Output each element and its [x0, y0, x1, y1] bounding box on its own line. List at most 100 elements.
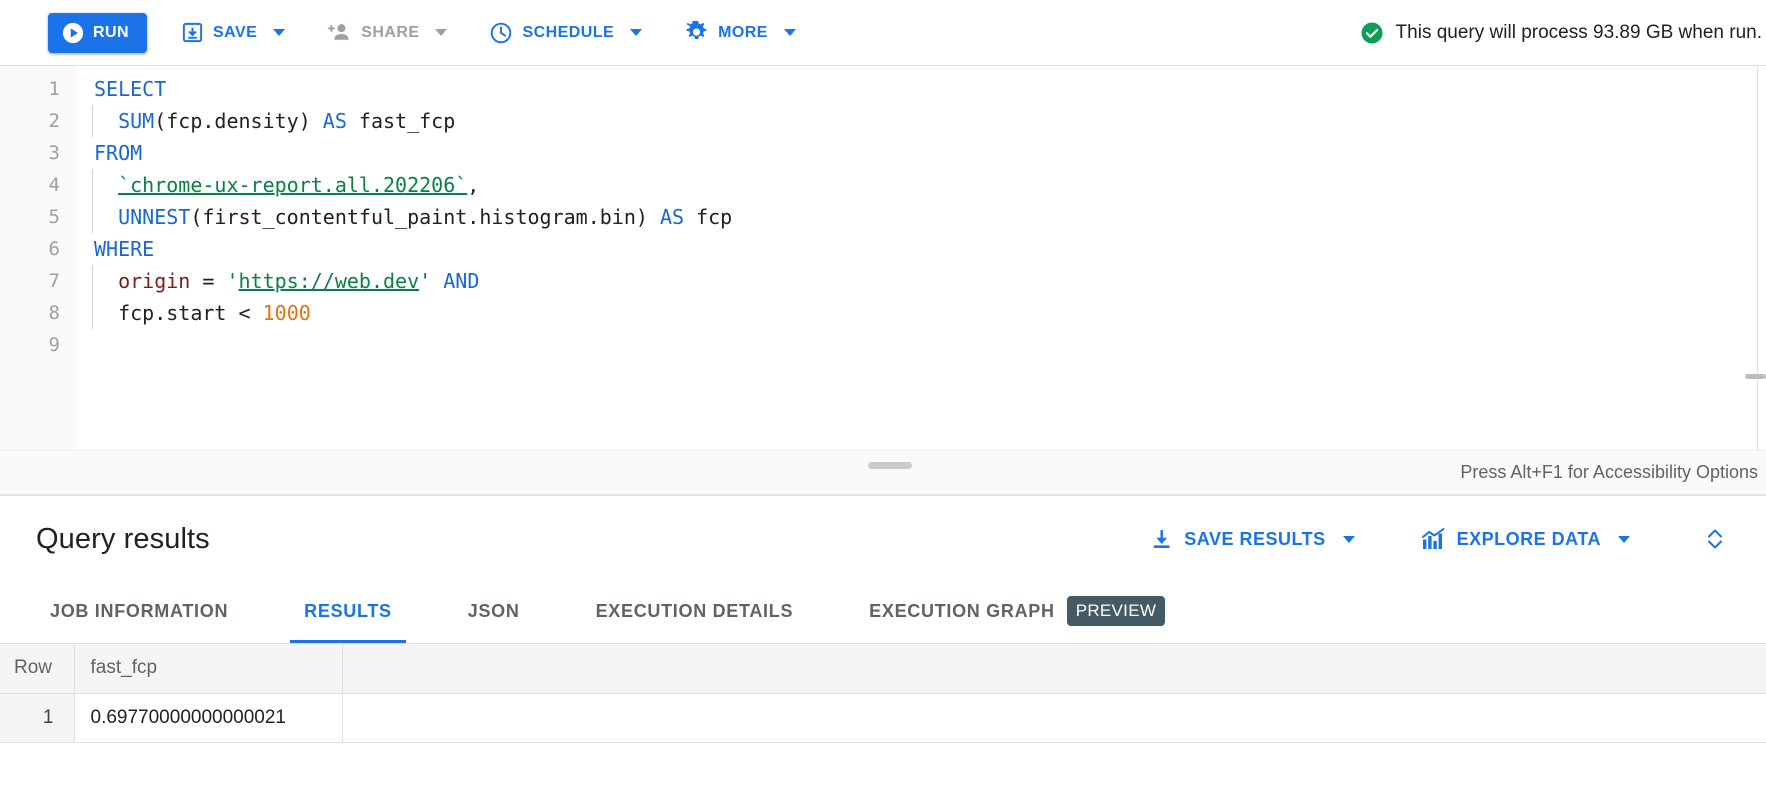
query-cost-text: This query will process 93.89 GB when ru… [1395, 21, 1762, 43]
code-token: = [190, 269, 227, 293]
code-line[interactable]: SUM(fcp.density) AS fast_fcp [76, 105, 1766, 137]
tab-label: RESULTS [304, 600, 392, 621]
results-header: Query results SAVE RESULTS EXPLORE DATA [0, 496, 1766, 582]
page-title: Query results [36, 522, 210, 555]
results-table: Row fast_fcp 1 0.69770000000000021 [0, 644, 1766, 743]
code-line[interactable]: origin = 'https://web.dev' AND [76, 265, 1766, 297]
sql-editor[interactable]: 1 2 3 4 5 6 7 8 9 SELECT SUM(fcp.density) AS fas… [0, 66, 1766, 450]
share-button-label: SHARE [361, 23, 420, 41]
save-results-button[interactable]: SAVE RESULTS [1139, 519, 1364, 559]
line-number: 3 [48, 142, 60, 164]
code-token: AS [659, 205, 685, 229]
chevron-down-icon[interactable] [273, 29, 286, 36]
run-button[interactable]: RUN [48, 12, 148, 53]
person-add-icon [327, 21, 352, 44]
editor-right-divider [1757, 66, 1758, 450]
code-token: fcp [684, 205, 733, 229]
indent-guide [92, 169, 93, 201]
more-button[interactable]: MORE [676, 13, 804, 53]
code-token: ' [419, 269, 432, 293]
download-icon [1149, 527, 1174, 552]
gear-icon [684, 20, 709, 45]
line-number: 2 [48, 110, 60, 132]
code-token: WHERE [94, 237, 155, 261]
explore-data-label: EXPLORE DATA [1456, 528, 1601, 549]
save-button[interactable]: SAVE [173, 13, 293, 53]
code-token: origin [118, 269, 191, 293]
editor-line-numbers: 1 2 3 4 5 6 7 8 9 [0, 66, 76, 450]
table-header-row: Row fast_fcp [0, 644, 1766, 694]
save-button-label: SAVE [213, 23, 258, 41]
line-number: 9 [48, 334, 60, 356]
column-header-row[interactable]: Row [0, 644, 75, 694]
code-line[interactable]: UNNEST(first_contentful_paint.histogram.… [76, 201, 1766, 233]
expand-results-button[interactable] [1698, 522, 1732, 556]
run-button-label: RUN [93, 23, 130, 41]
code-token: , [467, 173, 480, 197]
chevron-down-icon[interactable] [783, 29, 796, 36]
editor-scrollbar-thumb[interactable] [1745, 374, 1766, 379]
code-token: AND [443, 269, 480, 293]
tab-execution-graph[interactable]: EXECUTION GRAPH PREVIEW [855, 582, 1179, 643]
code-token: ' [226, 269, 239, 293]
editor-footer: Press Alt+F1 for Accessibility Options [0, 450, 1766, 494]
indent-guide [92, 297, 93, 329]
save-results-label: SAVE RESULTS [1184, 528, 1326, 549]
tab-results[interactable]: RESULTS [290, 582, 406, 643]
query-toolbar: RUN SAVE SHARE SCHEDULE MORE This query … [0, 0, 1766, 66]
chevron-down-icon[interactable] [435, 29, 448, 36]
tab-job-information[interactable]: JOB INFORMATION [36, 582, 242, 643]
indent-guide [92, 201, 93, 233]
more-button-label: MORE [718, 23, 768, 41]
schedule-button[interactable]: SCHEDULE [481, 13, 650, 53]
preview-badge: PREVIEW [1066, 596, 1166, 626]
code-token: (fcp.density) [154, 109, 323, 133]
share-button[interactable]: SHARE [319, 13, 455, 53]
sql-code[interactable]: SELECT SUM(fcp.density) AS fast_fcp FROM … [76, 66, 1766, 450]
chevron-down-icon[interactable] [1618, 535, 1630, 543]
line-number: 8 [48, 302, 60, 324]
code-token: 1000 [262, 301, 311, 325]
chevron-down-icon[interactable] [1342, 535, 1355, 543]
code-token: FROM [94, 141, 143, 165]
code-token: SELECT [94, 77, 167, 101]
expand-collapse-icon [1703, 526, 1727, 552]
column-header-fast-fcp[interactable]: fast_fcp [74, 644, 343, 694]
indent-guide [92, 265, 93, 297]
tab-execution-details[interactable]: EXECUTION DETAILS [582, 582, 808, 643]
code-token: AS [322, 109, 347, 133]
tab-label: EXECUTION DETAILS [595, 600, 794, 621]
tab-label: EXECUTION GRAPH [869, 600, 1055, 621]
save-icon [181, 21, 204, 44]
tab-json[interactable]: JSON [454, 582, 534, 643]
chart-icon [1421, 527, 1447, 552]
code-line[interactable]: SELECT [76, 73, 1766, 105]
line-number: 6 [48, 238, 60, 260]
code-token: UNNEST [118, 205, 191, 229]
tab-label: JOB INFORMATION [50, 600, 229, 621]
line-number: 5 [48, 206, 60, 228]
chevron-down-icon[interactable] [630, 29, 643, 36]
play-circle-icon [62, 22, 84, 44]
query-cost-estimate: This query will process 93.89 GB when ru… [1360, 21, 1766, 45]
code-line[interactable]: FROM [76, 137, 1766, 169]
code-token: fast_fcp [346, 109, 456, 133]
indent-guide [92, 105, 93, 137]
code-line[interactable]: fcp.start < 1000 [76, 297, 1766, 329]
line-number: 7 [48, 270, 60, 292]
results-tabs[interactable]: JOB INFORMATION RESULTS JSON EXECUTION DETA… [0, 582, 1766, 644]
code-line[interactable]: `chrome-ux-report.all.202206`, [76, 169, 1766, 201]
cell-fast-fcp[interactable]: 0.69770000000000021 [74, 693, 343, 743]
cell-row-number: 1 [0, 693, 75, 743]
code-line[interactable]: WHERE [76, 233, 1766, 265]
code-line[interactable] [76, 329, 1766, 361]
table-row[interactable]: 1 0.69770000000000021 [0, 693, 1766, 743]
pane-resize-handle[interactable] [868, 462, 912, 469]
code-token: https://web.dev [238, 269, 420, 293]
explore-data-button[interactable]: EXPLORE DATA [1411, 519, 1640, 559]
